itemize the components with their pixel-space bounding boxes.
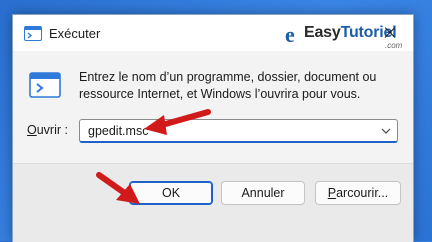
open-combobox[interactable]: gpedit.msc bbox=[79, 119, 398, 143]
title-bar: Exécuter e EasyTutoriel .com bbox=[13, 15, 413, 51]
cancel-button[interactable]: Annuler bbox=[221, 181, 305, 205]
run-dialog: Exécuter e EasyTutoriel .com Entrez le n… bbox=[12, 14, 414, 242]
ok-button[interactable]: OK bbox=[129, 181, 213, 205]
chevron-down-icon[interactable] bbox=[381, 126, 391, 136]
run-icon bbox=[29, 72, 61, 98]
close-button[interactable] bbox=[367, 15, 413, 51]
window-title: Exécuter bbox=[49, 26, 101, 41]
open-label: Ouvrir : bbox=[27, 123, 68, 137]
run-app-icon bbox=[24, 26, 42, 41]
description-text: Entrez le nom d’un programme, dossier, d… bbox=[79, 70, 377, 101]
browse-button[interactable]: Parcourir... bbox=[315, 181, 401, 205]
button-bar: OK Annuler Parcourir... bbox=[13, 163, 413, 242]
easytutoriel-logo-icon: e bbox=[285, 22, 295, 47]
open-combobox-value[interactable]: gpedit.msc bbox=[88, 124, 148, 138]
